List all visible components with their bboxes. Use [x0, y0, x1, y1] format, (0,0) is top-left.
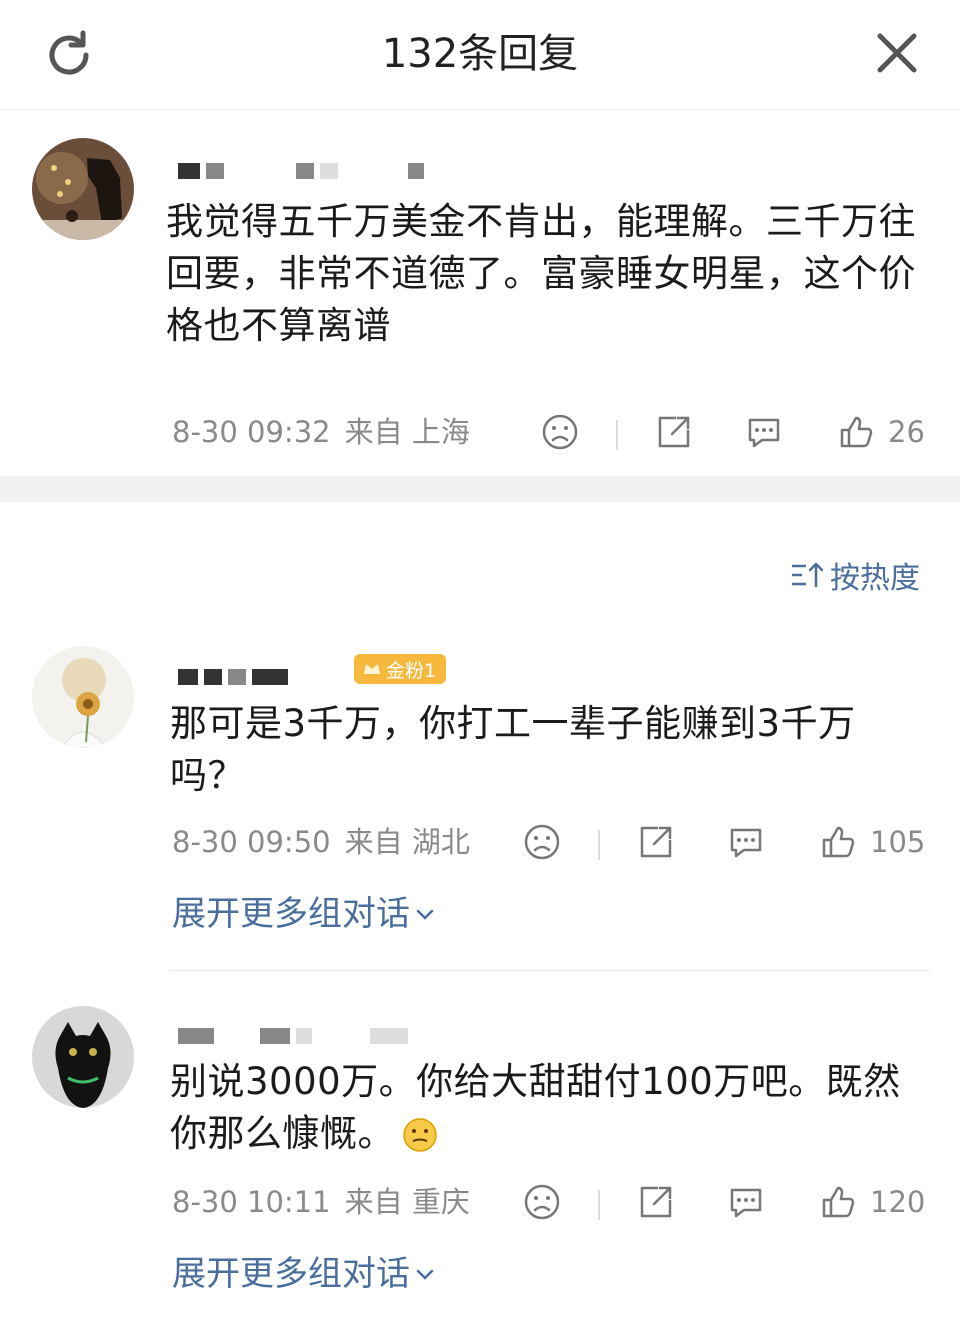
avatar[interactable]	[32, 1006, 134, 1108]
reply-text-content: 别说3000万。你给大甜甜付100万吧。既然你那么慷慨。	[170, 1060, 901, 1155]
username-masked[interactable]	[178, 161, 430, 181]
share-icon	[658, 416, 690, 448]
fan-badge[interactable]: 金粉1	[354, 654, 447, 684]
like-count: 26	[888, 415, 925, 449]
reply-button[interactable]	[744, 410, 784, 454]
share-button[interactable]	[654, 410, 694, 454]
frown-icon	[524, 824, 560, 860]
comment-icon	[730, 1188, 762, 1218]
crown-icon	[364, 664, 380, 674]
chevron-down-icon	[416, 909, 434, 920]
expand-label: 展开更多组对话	[172, 894, 410, 934]
thumbs-up-icon	[822, 826, 855, 858]
reply-meta: 8-30 10:11 来自 重庆	[172, 1180, 470, 1224]
reply-button[interactable]	[726, 1180, 766, 1224]
expand-conversation-link[interactable]: 展开更多组对话	[172, 1252, 436, 1296]
dislike-button[interactable]	[540, 410, 580, 454]
divider	[616, 420, 618, 450]
like-count: 105	[870, 825, 926, 859]
sort-label: 按热度	[830, 561, 920, 596]
dislike-button[interactable]	[522, 820, 562, 864]
like-button[interactable]: 120	[818, 1180, 925, 1224]
reply-location: 来自 重庆	[344, 1185, 470, 1219]
reply-text: 那可是3千万，你打工一辈子能赚到3千万吗？	[170, 702, 856, 797]
reply-time: 8-30 09:50	[172, 825, 331, 859]
thumbs-up-icon	[822, 1186, 855, 1218]
username-masked[interactable]	[178, 667, 294, 687]
thumbs-up-icon	[840, 416, 873, 448]
sort-toggle[interactable]: 按热度	[790, 553, 920, 597]
top-bar: 132条回复	[0, 0, 960, 110]
like-button[interactable]: 105	[818, 820, 925, 864]
dislike-button[interactable]	[522, 1180, 562, 1224]
thinking-emoji-icon	[403, 1118, 437, 1152]
like-count: 120	[870, 1185, 926, 1219]
section-gap	[0, 476, 960, 502]
expand-conversation-link[interactable]: 展开更多组对话	[172, 892, 436, 936]
comment-location: 来自 上海	[344, 415, 470, 449]
share-icon	[640, 826, 672, 858]
reply-meta: 8-30 09:50 来自 湖北	[172, 820, 470, 864]
comment-time: 8-30 09:32	[172, 415, 331, 449]
like-button[interactable]: 26	[836, 410, 925, 454]
expand-label: 展开更多组对话	[172, 1254, 410, 1294]
close-icon[interactable]	[874, 30, 920, 76]
comment-actions: 26	[540, 410, 940, 454]
comment-icon	[730, 828, 762, 858]
chevron-down-icon	[416, 1269, 434, 1280]
reply-time: 8-30 10:11	[172, 1185, 331, 1219]
frown-icon	[524, 1184, 560, 1220]
share-button[interactable]	[636, 820, 676, 864]
share-button[interactable]	[636, 1180, 676, 1224]
reply-location: 来自 湖北	[344, 825, 470, 859]
frown-icon	[542, 414, 578, 450]
sort-icon	[792, 562, 824, 588]
badge-label: 金粉1	[386, 659, 437, 682]
divider	[598, 1190, 600, 1220]
share-icon	[640, 1186, 672, 1218]
divider	[598, 830, 600, 860]
reply-actions: 120	[522, 1180, 942, 1224]
page-title: 132条回复	[381, 31, 579, 77]
avatar[interactable]	[32, 138, 134, 240]
comment-icon	[748, 418, 780, 448]
divider	[170, 970, 930, 971]
avatar[interactable]	[32, 646, 134, 748]
username-masked[interactable]	[178, 1026, 414, 1046]
reply-button[interactable]	[726, 820, 766, 864]
comment-meta: 8-30 09:32 来自 上海	[172, 410, 470, 454]
reply-actions: 105	[522, 820, 942, 864]
comment-text: 我觉得五千万美金不肯出，能理解。三千万往回要，非常不道德了。富豪睡女明星，这个价…	[166, 200, 916, 347]
reply-text: 别说3000万。你给大甜甜付100万吧。既然你那么慷慨。	[170, 1056, 930, 1160]
